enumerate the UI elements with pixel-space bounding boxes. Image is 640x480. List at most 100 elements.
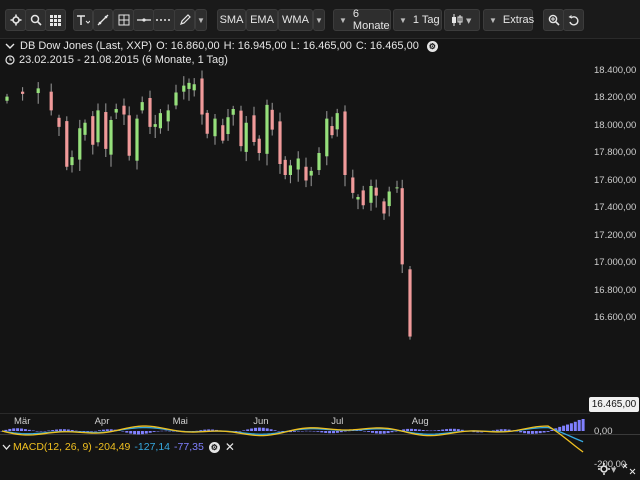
macd-histogram-bar — [156, 431, 160, 432]
candle — [158, 109, 162, 134]
macd-histogram-bar — [105, 429, 109, 431]
chart-type-icon: ▼ — [452, 14, 472, 26]
macd-histogram-bar — [246, 429, 250, 431]
macd-histogram-bar — [43, 430, 47, 432]
indicators-dropdown[interactable]: ▼ — [313, 9, 325, 31]
macd-histogram-bar — [94, 430, 98, 432]
search-button[interactable] — [25, 9, 46, 31]
price-axis-label: 17.600,00 — [594, 174, 637, 186]
range-dropdown[interactable]: ▼ 6 Monate — [333, 8, 391, 32]
extras-label: Extras — [502, 14, 535, 26]
macd-histogram-bar — [406, 428, 410, 431]
macd-histogram-bar — [273, 430, 277, 431]
macd-histogram-bar — [534, 431, 538, 434]
horizontal-line-button[interactable] — [133, 9, 154, 31]
macd-histogram-bar — [499, 429, 503, 431]
macd-histogram-bar — [527, 431, 530, 434]
macd-histogram-bar — [125, 431, 129, 433]
extras-dropdown[interactable]: ▼ Extras — [483, 9, 535, 31]
candle — [335, 108, 339, 137]
macd-histogram-bar — [296, 431, 300, 432]
macd-histogram-bar — [16, 428, 20, 431]
macd-histogram-bar — [339, 431, 343, 433]
macd-histogram-bar — [257, 427, 261, 431]
ema-button[interactable]: EMA — [246, 9, 278, 31]
macd-histogram-bar — [20, 428, 23, 431]
macd-histogram-bar — [55, 429, 59, 431]
macd-histogram-bar — [363, 431, 367, 432]
candle — [244, 116, 248, 162]
macd-histogram-bar — [374, 431, 378, 434]
settings-icon — [10, 14, 21, 26]
dotted-line-button[interactable] — [153, 9, 175, 31]
macd-histogram-bar — [445, 429, 449, 431]
macd-histogram-bar — [573, 421, 577, 431]
wma-button[interactable]: WMA — [278, 9, 313, 31]
macd-histogram-bar — [433, 430, 437, 431]
interval-dropdown[interactable]: ▼ 1 Tag — [393, 9, 442, 31]
pencil-button[interactable] — [174, 9, 195, 31]
macd-panel[interactable] — [0, 419, 590, 459]
candle — [153, 114, 157, 139]
candle — [135, 114, 139, 170]
sma-button[interactable]: SMA — [217, 9, 246, 31]
macd-histogram-bar — [4, 429, 8, 431]
macd-histogram-bar — [160, 430, 164, 432]
macd-histogram-bar — [308, 430, 312, 432]
crosshair-button[interactable] — [113, 9, 134, 31]
dotted-line-icon — [156, 19, 172, 21]
price-axis-label: 16.800,00 — [594, 284, 637, 296]
candle — [91, 111, 95, 155]
last-price-label: 16.465,00 — [589, 397, 639, 412]
wma-label: WMA — [282, 14, 309, 26]
price-axis-label: 17.200,00 — [594, 229, 637, 241]
candle — [213, 113, 217, 145]
candle — [192, 78, 196, 97]
candle — [166, 104, 170, 131]
chart-area[interactable]: DB Dow Jones (Last, XXP) O: 16.860,00 H:… — [0, 38, 640, 479]
macd-histogram-bar — [562, 425, 566, 431]
macd-histogram-bar — [530, 431, 534, 434]
price-axis-label: 17.400,00 — [594, 202, 637, 213]
macd-histogram-bar — [35, 430, 39, 432]
chart-type-dropdown[interactable]: ▼ — [444, 9, 480, 31]
macd-histogram-bar — [421, 430, 425, 431]
zoom-button[interactable] — [543, 9, 564, 31]
text-tool-button[interactable] — [73, 9, 93, 31]
svg-text:▼: ▼ — [611, 466, 617, 474]
candle — [148, 90, 152, 135]
zoom-icon — [548, 14, 560, 26]
candle — [21, 87, 25, 101]
candle — [231, 105, 235, 126]
macd-histogram-bar — [90, 431, 94, 432]
candle — [356, 194, 360, 210]
settings-button[interactable] — [5, 9, 26, 31]
candle — [387, 186, 391, 217]
undo-button[interactable] — [563, 9, 584, 31]
trend-line-icon — [97, 14, 109, 26]
macd-histogram-bar — [523, 431, 527, 434]
candle — [288, 159, 292, 184]
trend-line-button[interactable] — [93, 9, 113, 31]
macd-histogram-bar — [66, 429, 70, 431]
candle — [70, 150, 74, 173]
layout-button[interactable] — [45, 9, 66, 31]
chart-settings-button[interactable]: ▼ — [598, 462, 618, 480]
candle — [239, 105, 243, 152]
macd-histogram-bar — [293, 431, 296, 432]
macd-histogram-bar — [51, 430, 55, 431]
macd-histogram-bar — [538, 431, 542, 434]
collapse-panel-button[interactable] — [622, 462, 636, 480]
price-axis-label: 18.000,00 — [594, 119, 637, 131]
price-axis-label: 16.600,00 — [594, 312, 637, 323]
interval-label: 1 Tag — [412, 14, 440, 26]
candle — [5, 93, 9, 104]
candle — [270, 102, 274, 136]
macd-histogram-bar — [23, 429, 27, 431]
macd-histogram-bar — [425, 430, 429, 431]
drawing-tools-dropdown[interactable]: ▼ — [195, 9, 207, 31]
macd-histogram-bar — [550, 429, 554, 431]
svg-text:▼: ▼ — [466, 17, 472, 25]
candle — [65, 116, 69, 171]
price-chart[interactable] — [0, 38, 590, 378]
